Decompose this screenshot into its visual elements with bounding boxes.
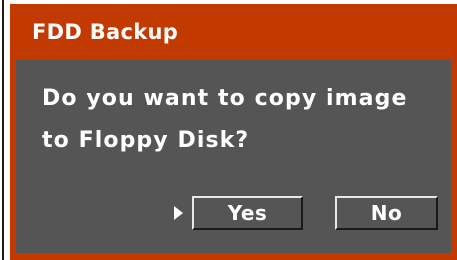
fdd-backup-dialog: FDD Backup Do you want to copy image to … [10,4,457,260]
dialog-title-bar: FDD Backup [10,4,457,62]
background-edge [0,0,10,260]
dialog-message-line-1: Do you want to copy image [42,86,408,111]
dialog-title: FDD Backup [32,20,179,44]
yes-button[interactable]: Yes [192,196,303,230]
caret-right-icon [174,206,183,220]
dialog-message-line-2: to Floppy Disk? [42,128,250,153]
no-button[interactable]: No [335,196,438,230]
background-edge-line [2,0,4,260]
dialog-body: Do you want to copy image to Floppy Disk… [16,60,451,253]
